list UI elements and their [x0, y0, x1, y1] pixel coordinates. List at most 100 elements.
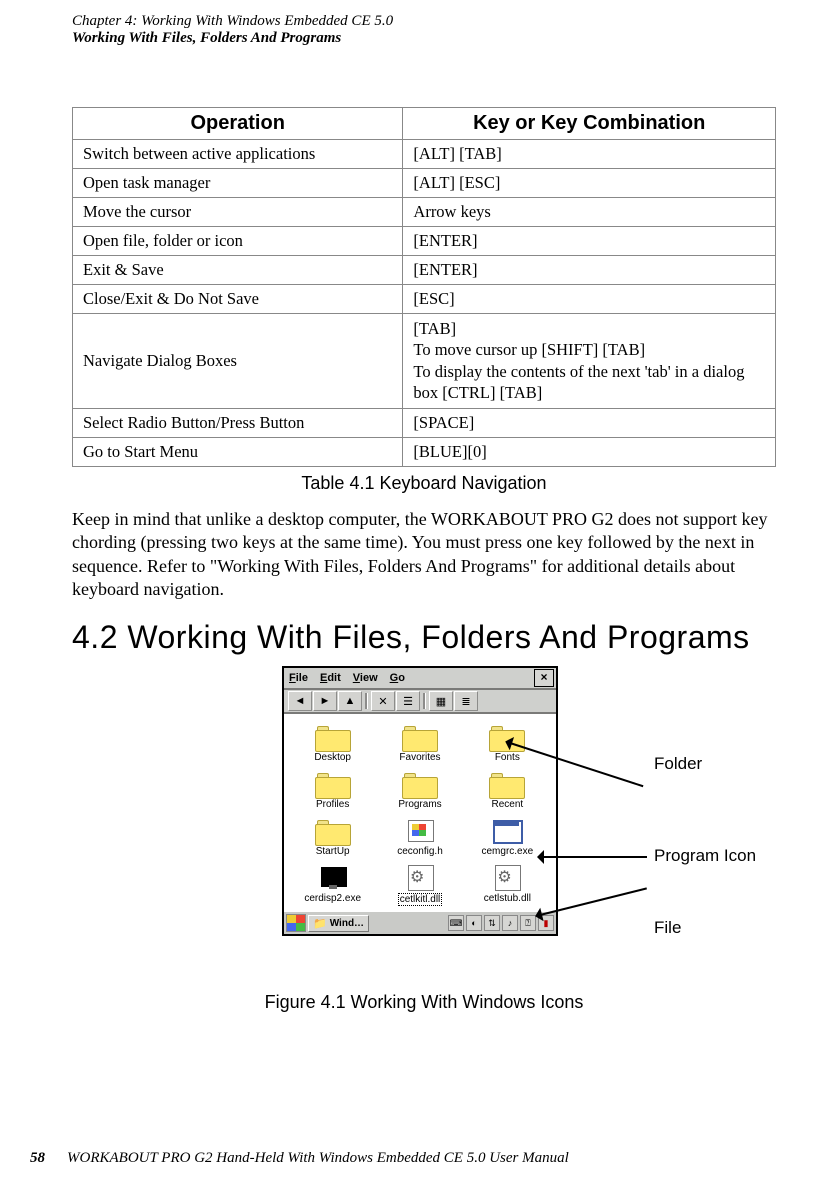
list-item[interactable]: Recent — [465, 769, 550, 810]
manual-title: WORKABOUT PRO G2 Hand-Held With Windows … — [67, 1150, 569, 1167]
toolbar-separator — [365, 693, 368, 709]
list-item[interactable]: Programs — [377, 769, 462, 810]
key-cell: [SPACE] — [403, 408, 776, 437]
item-label: cerdisp2.exe — [304, 893, 361, 904]
item-label: ceconfig.h — [397, 846, 443, 857]
op-cell: Open file, folder or icon — [73, 227, 403, 256]
body-paragraph: Keep in mind that unlike a desktop compu… — [72, 508, 776, 602]
start-button-icon[interactable] — [286, 914, 306, 932]
close-icon[interactable]: × — [534, 669, 554, 687]
section-heading: 4.2 Working With Files, Folders And Prog… — [72, 619, 776, 656]
config-file-icon — [402, 816, 438, 844]
item-label: Programs — [398, 799, 441, 810]
menubar-spacer — [414, 677, 528, 679]
list-item[interactable]: Favorites — [377, 722, 462, 763]
list-item[interactable]: cerdisp2.exe — [290, 863, 375, 906]
table-row: Open task manager [ALT] [ESC] — [73, 169, 776, 198]
table-header-operation: Operation — [73, 108, 403, 140]
item-label: Desktop — [314, 752, 351, 763]
table-row: Move the cursor Arrow keys — [73, 198, 776, 227]
key-cell: [ENTER] — [403, 227, 776, 256]
menu-view[interactable]: View — [350, 671, 381, 685]
op-cell: Select Radio Button/Press Button — [73, 408, 403, 437]
properties-icon[interactable]: ☰ — [396, 691, 420, 711]
op-cell: Navigate Dialog Boxes — [73, 314, 403, 409]
folder-icon — [489, 769, 525, 797]
menu-file[interactable]: File — [286, 671, 311, 685]
table-row: Exit & Save [ENTER] — [73, 256, 776, 285]
tray-icon[interactable]: ♪ — [502, 915, 518, 931]
large-icons-icon[interactable]: ▦ — [429, 691, 453, 711]
key-cell: [TAB] To move cursor up [SHIFT] [TAB] To… — [403, 314, 776, 409]
ce-taskbar: 📁 Wind… ⌨ ◐ ⇅ ♪ ⍰ ▮ — [284, 910, 556, 934]
annotation-folder: Folder — [654, 754, 702, 774]
folder-icon — [315, 769, 351, 797]
table-row: Switch between active applications [ALT]… — [73, 140, 776, 169]
list-item[interactable]: Desktop — [290, 722, 375, 763]
task-label: Wind… — [330, 918, 364, 929]
tray-icon[interactable]: ◐ — [466, 915, 482, 931]
table-row: Navigate Dialog Boxes [TAB] To move curs… — [73, 314, 776, 409]
arrow-program-icon — [542, 856, 647, 858]
toolbar-separator — [423, 693, 426, 709]
key-cell: [ALT] [ESC] — [403, 169, 776, 198]
item-label: Favorites — [399, 752, 440, 763]
key-cell: [BLUE][0] — [403, 437, 776, 466]
folder-icon — [402, 722, 438, 750]
item-label: StartUp — [316, 846, 350, 857]
folder-icon — [402, 769, 438, 797]
ce-explorer-window: File Edit View Go × ◄ ► ▲ ✕ ☰ ▦ ≣ Deskto — [282, 666, 558, 936]
up-icon[interactable]: ▲ — [338, 691, 362, 711]
op-cell: Switch between active applications — [73, 140, 403, 169]
list-item[interactable]: Profiles — [290, 769, 375, 810]
list-item[interactable]: cetlkitl.dll — [377, 863, 462, 906]
item-label: Recent — [491, 799, 523, 810]
taskbar-folder-icon: 📁 — [313, 917, 327, 930]
header-chapter: Chapter 4: Working With Windows Embedded… — [72, 12, 776, 30]
op-cell: Move the cursor — [73, 198, 403, 227]
table-caption: Table 4.1 Keyboard Navigation — [72, 473, 776, 494]
details-icon[interactable]: ≣ — [454, 691, 478, 711]
list-item[interactable]: cetlstub.dll — [465, 863, 550, 906]
op-cell: Open task manager — [73, 169, 403, 198]
table-row: Select Radio Button/Press Button [SPACE] — [73, 408, 776, 437]
figure-caption: Figure 4.1 Working With Windows Icons — [72, 992, 776, 1013]
dll-file-icon — [402, 863, 438, 891]
key-cell: [ESC] — [403, 285, 776, 314]
back-icon[interactable]: ◄ — [288, 691, 312, 711]
annotation-program-icon: Program Icon — [654, 846, 756, 866]
forward-icon[interactable]: ► — [313, 691, 337, 711]
program-icon — [489, 816, 525, 844]
table-row: Go to Start Menu [BLUE][0] — [73, 437, 776, 466]
dll-file-icon — [489, 863, 525, 891]
item-label: cetlkitl.dll — [398, 893, 443, 906]
folder-icon — [315, 722, 351, 750]
keyboard-navigation-table: Operation Key or Key Combination Switch … — [72, 107, 776, 467]
taskbar-button[interactable]: 📁 Wind… — [308, 915, 369, 932]
tray-icon[interactable]: ⌨ — [448, 915, 464, 931]
key-cell: [ENTER] — [403, 256, 776, 285]
key-cell: Arrow keys — [403, 198, 776, 227]
page-footer: 58 WORKABOUT PRO G2 Hand-Held With Windo… — [0, 1150, 832, 1167]
item-label: cetlstub.dll — [484, 893, 531, 904]
ce-menubar: File Edit View Go × — [284, 668, 556, 690]
item-label: Profiles — [316, 799, 349, 810]
menu-edit[interactable]: Edit — [317, 671, 344, 685]
figure: File Edit View Go × ◄ ► ▲ ✕ ☰ ▦ ≣ Deskto — [72, 666, 776, 986]
folder-icon — [315, 816, 351, 844]
ce-toolbar: ◄ ► ▲ ✕ ☰ ▦ ≣ — [284, 690, 556, 714]
annotation-file: File — [654, 918, 681, 938]
list-item[interactable]: StartUp — [290, 816, 375, 857]
table-header-key: Key or Key Combination — [403, 108, 776, 140]
op-cell: Go to Start Menu — [73, 437, 403, 466]
list-item[interactable]: ceconfig.h — [377, 816, 462, 857]
tray-icon[interactable]: ⇅ — [484, 915, 500, 931]
op-cell: Close/Exit & Do Not Save — [73, 285, 403, 314]
display-exe-icon — [315, 863, 351, 891]
table-row: Open file, folder or icon [ENTER] — [73, 227, 776, 256]
page-number: 58 — [30, 1150, 45, 1167]
table-row: Close/Exit & Do Not Save [ESC] — [73, 285, 776, 314]
item-label: cemgrc.exe — [481, 846, 533, 857]
menu-go[interactable]: Go — [387, 671, 408, 685]
delete-icon[interactable]: ✕ — [371, 691, 395, 711]
